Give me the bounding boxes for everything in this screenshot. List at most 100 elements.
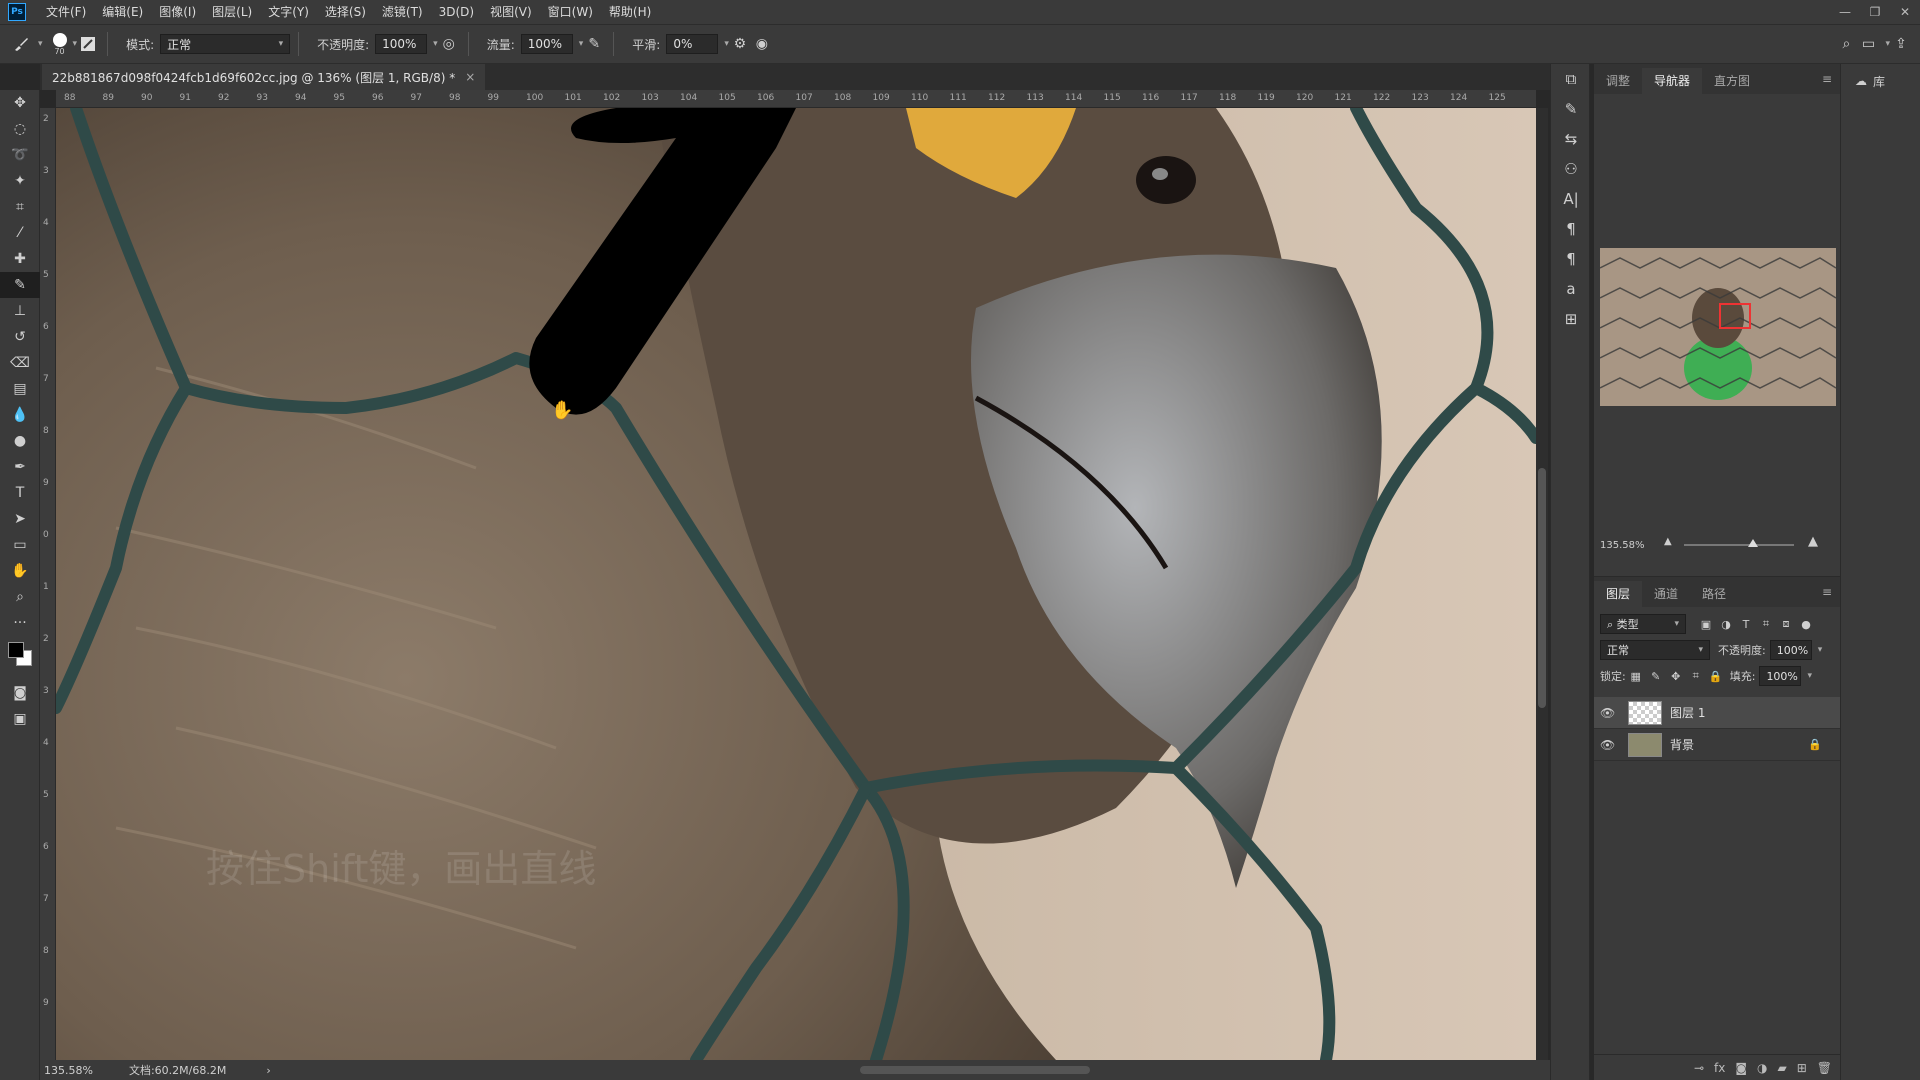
menu-window[interactable]: 窗口(W) — [540, 0, 601, 24]
fill-caret-icon[interactable]: ▾ — [1807, 671, 1812, 681]
flow-input[interactable]: 100% — [520, 34, 573, 54]
tab-channels[interactable]: 通道 — [1642, 581, 1690, 607]
filter-adjustment-icon[interactable]: ◑ — [1716, 614, 1736, 634]
fill-input[interactable]: 100% — [1759, 666, 1802, 686]
glyphs-panel-icon[interactable]: ⊞ — [1551, 304, 1591, 334]
airbrush-icon[interactable]: ✎ — [583, 33, 605, 55]
vertical-scrollbar[interactable] — [1536, 108, 1548, 1060]
filter-shape-icon[interactable]: ⌗ — [1756, 614, 1776, 634]
hand-tool-icon[interactable]: ✋ — [0, 558, 40, 584]
menu-filter[interactable]: 滤镜(T) — [374, 0, 431, 24]
path-selection-tool-icon[interactable]: ➤ — [0, 506, 40, 532]
pressure-opacity-icon[interactable]: ◎ — [438, 33, 460, 55]
lasso-tool-icon[interactable]: ➰ — [0, 142, 40, 168]
new-group-icon[interactable]: ▰ — [1777, 1061, 1786, 1075]
layer-style-icon[interactable]: fx — [1714, 1061, 1725, 1075]
clone-source-icon[interactable]: ⚇ — [1551, 154, 1591, 184]
history-panel-icon[interactable]: ⧉ — [1551, 64, 1591, 94]
paragraph-styles-icon[interactable]: ¶ — [1551, 244, 1591, 274]
tab-adjustments[interactable]: 调整 — [1594, 68, 1642, 94]
filter-pixel-icon[interactable]: ▣ — [1696, 614, 1716, 634]
tab-paths[interactable]: 路径 — [1690, 581, 1738, 607]
dodge-tool-icon[interactable]: ● — [0, 428, 40, 454]
lock-transparent-icon[interactable]: ▦ — [1626, 666, 1646, 686]
foreground-color-swatch[interactable] — [8, 642, 24, 658]
filter-toggle-icon[interactable]: ● — [1796, 614, 1816, 634]
menu-help[interactable]: 帮助(H) — [601, 0, 659, 24]
blend-mode-select[interactable]: 正常 ▾ — [1600, 640, 1710, 660]
properties-icon[interactable]: ⇆ — [1551, 124, 1591, 154]
minimize-button[interactable]: — — [1830, 0, 1860, 24]
close-tab-icon[interactable]: × — [465, 70, 475, 84]
workspace-icon[interactable]: ▭ — [1857, 33, 1879, 55]
new-layer-icon[interactable]: ⊞ — [1797, 1061, 1807, 1075]
blur-tool-icon[interactable]: 💧 — [0, 402, 40, 428]
navigator-thumbnail[interactable] — [1600, 248, 1836, 406]
menu-view[interactable]: 视图(V) — [482, 0, 540, 24]
vertical-scroll-thumb[interactable] — [1538, 468, 1546, 708]
layer-name[interactable]: 图层 1 — [1670, 704, 1705, 721]
healing-brush-tool-icon[interactable]: ✚ — [0, 246, 40, 272]
gradient-tool-icon[interactable]: ▤ — [0, 376, 40, 402]
eyedropper-tool-icon[interactable]: ⁄ — [0, 220, 40, 246]
horizontal-scrollbar[interactable] — [860, 1066, 1090, 1074]
filter-type-icon[interactable]: T — [1736, 614, 1756, 634]
menu-edit[interactable]: 编辑(E) — [94, 0, 151, 24]
tab-layers[interactable]: 图层 — [1594, 581, 1643, 607]
menu-3d[interactable]: 3D(D) — [431, 0, 482, 24]
rectangle-tool-icon[interactable]: ▭ — [0, 532, 40, 558]
eraser-tool-icon[interactable]: ⌫ — [0, 350, 40, 376]
layer-name[interactable]: 背景 — [1670, 736, 1694, 753]
filter-smart-object-icon[interactable]: ⧈ — [1776, 614, 1796, 634]
pressure-size-icon[interactable]: ◉ — [751, 33, 773, 55]
layer-row-layer1[interactable]: 👁 图层 1 — [1594, 697, 1840, 729]
mode-select[interactable]: 正常 ▾ — [160, 34, 291, 54]
zoom-level[interactable]: 135.58% — [44, 1064, 93, 1077]
menu-layer[interactable]: 图层(L) — [204, 0, 260, 24]
brush-settings-panel-icon[interactable] — [77, 33, 99, 55]
visibility-eye-icon[interactable]: 👁 — [1600, 706, 1620, 720]
search-icon[interactable]: ⌕ — [1835, 33, 1857, 55]
menu-select[interactable]: 选择(S) — [317, 0, 374, 24]
document-tab[interactable]: 22b881867d098f0424fcb1d69f602cc.jpg @ 13… — [42, 64, 486, 90]
layers-menu-icon[interactable]: ≡ — [1822, 585, 1832, 599]
layer-filter-select[interactable]: ⌕ 类型 ▾ — [1600, 614, 1686, 634]
lock-position-icon[interactable]: ✥ — [1666, 666, 1686, 686]
lock-all-icon[interactable]: 🔒 — [1706, 666, 1726, 686]
layer-opacity-input[interactable]: 100% — [1769, 640, 1812, 660]
menu-file[interactable]: 文件(F) — [38, 0, 94, 24]
clone-stamp-tool-icon[interactable]: ⊥ — [0, 298, 40, 324]
opacity-input[interactable]: 100% — [375, 34, 428, 54]
tab-histogram[interactable]: 直方图 — [1702, 68, 1762, 94]
pen-tool-icon[interactable]: ✒ — [0, 454, 40, 480]
tool-preset-caret-icon[interactable]: ▾ — [38, 39, 43, 49]
brush-tool-icon[interactable] — [10, 33, 32, 55]
status-menu-arrow-icon[interactable]: › — [266, 1064, 270, 1077]
character-styles-icon[interactable]: a — [1551, 274, 1591, 304]
zoom-in-icon[interactable]: ▲ — [1808, 534, 1818, 549]
screen-mode-icon[interactable]: ▣ — [0, 706, 40, 732]
menu-type[interactable]: 文字(Y) — [260, 0, 317, 24]
more-tools-icon[interactable]: ··· — [0, 610, 40, 636]
tab-navigator[interactable]: 导航器 — [1642, 68, 1703, 94]
marquee-tool-icon[interactable]: ◌ — [0, 116, 40, 142]
lock-image-icon[interactable]: ✎ — [1646, 666, 1666, 686]
close-button[interactable]: ✕ — [1890, 0, 1920, 24]
layer-row-background[interactable]: 👁 背景 🔒 — [1594, 729, 1840, 761]
navigator-zoom-value[interactable]: 135.58% — [1600, 540, 1645, 551]
brush-tool-icon[interactable]: ✎ — [0, 272, 40, 298]
libraries-panel-button[interactable]: ☁ 库 — [1841, 66, 1920, 96]
link-layers-icon[interactable]: ⊸ — [1694, 1061, 1704, 1075]
character-panel-icon[interactable]: A| — [1551, 184, 1591, 214]
zoom-slider-knob[interactable] — [1748, 539, 1758, 547]
document-canvas[interactable]: ✋ 按住Shift键，画出直线 — [56, 108, 1536, 1060]
menu-image[interactable]: 图像(I) — [151, 0, 204, 24]
smoothing-gear-icon[interactable]: ⚙ — [729, 33, 751, 55]
paragraph-panel-icon[interactable]: ¶ — [1551, 214, 1591, 244]
zoom-out-icon[interactable]: ▲ — [1664, 536, 1672, 547]
layer-opacity-caret-icon[interactable]: ▾ — [1818, 645, 1823, 655]
type-tool-icon[interactable]: T — [0, 480, 40, 506]
move-tool-icon[interactable]: ✥ — [0, 90, 40, 116]
history-brush-tool-icon[interactable]: ↺ — [0, 324, 40, 350]
smoothing-input[interactable]: 0% — [666, 34, 719, 54]
